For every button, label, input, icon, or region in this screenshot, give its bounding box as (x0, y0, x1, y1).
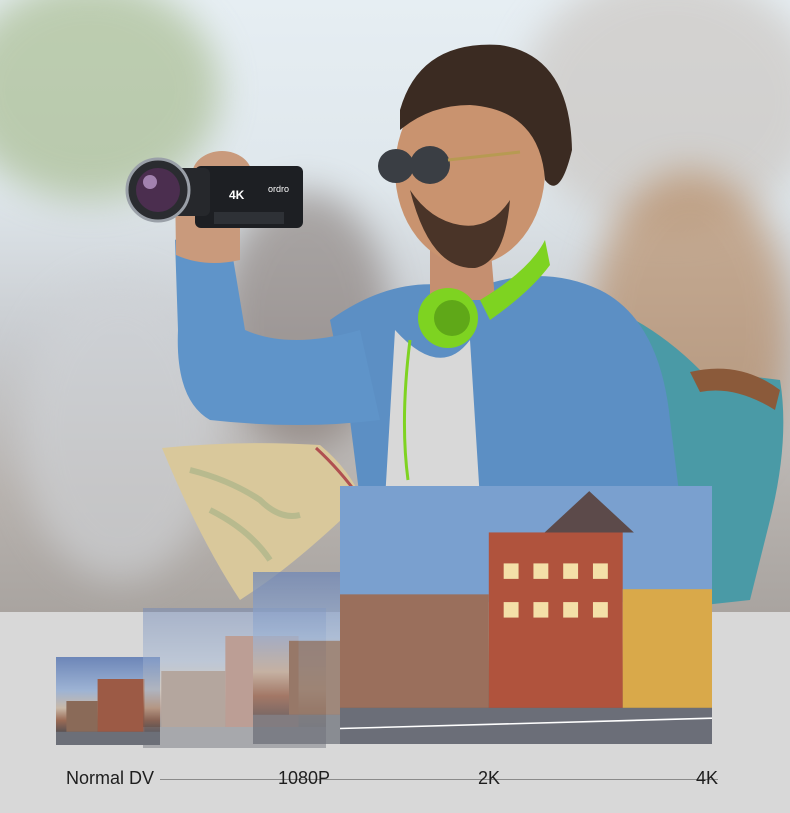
denim-jacket (330, 276, 680, 500)
sunglasses-lens (378, 149, 414, 183)
headphone-cup-inner (434, 300, 470, 336)
4k-shot (340, 486, 712, 744)
label-1080p: 1080P (278, 768, 331, 788)
lens-reflection (143, 175, 157, 189)
camera-brand-label: ordro (268, 184, 289, 194)
ad-stage: 4K ordro Normal DV 1080P 2K 4K (0, 0, 790, 813)
label-normal-dv: Normal DV (66, 768, 155, 788)
camera-4k-label: 4K (229, 188, 245, 202)
sunglasses-lens (410, 146, 450, 184)
resolution-scale-line (160, 779, 718, 780)
camcorder-panel (214, 212, 284, 224)
label-4k: 4K (696, 768, 719, 788)
lens-glass (136, 168, 180, 212)
label-2k: 2K (478, 768, 501, 788)
